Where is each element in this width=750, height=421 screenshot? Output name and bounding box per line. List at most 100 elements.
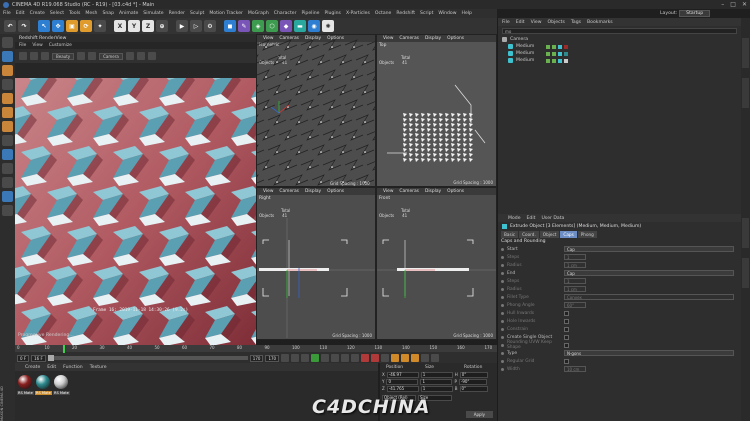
subdivision-icon[interactable]: ◈: [252, 20, 264, 32]
object-row-medium[interactable]: Medium: [498, 43, 741, 50]
object-search-input[interactable]: mo: [502, 28, 737, 34]
menu-character[interactable]: Character: [274, 11, 297, 16]
menu-mesh[interactable]: Mesh: [85, 11, 97, 16]
attr-dropdown[interactable]: Convex: [564, 294, 734, 300]
crop-icon[interactable]: [88, 52, 97, 60]
cube-icon[interactable]: ◼: [224, 20, 236, 32]
menu-redshift[interactable]: Redshift: [396, 11, 415, 16]
snapshot-icon[interactable]: [41, 52, 49, 60]
material-swatch-white[interactable]: [54, 375, 68, 389]
render-view-icon[interactable]: ▶: [176, 20, 188, 32]
menu-render[interactable]: Render: [169, 11, 185, 16]
loop-icon[interactable]: [351, 354, 360, 362]
animate-dot-icon[interactable]: [501, 359, 504, 363]
menu-window[interactable]: Window: [438, 11, 456, 16]
attr-dropdown[interactable]: Cap: [564, 270, 734, 276]
floor-icon[interactable]: ▬: [294, 20, 306, 32]
tab-basic[interactable]: Basic: [501, 230, 519, 238]
axis-mode-icon[interactable]: [2, 135, 13, 146]
rotation-h-field[interactable]: 0°: [459, 371, 488, 378]
camera-icon[interactable]: ◉: [308, 20, 320, 32]
timeline-playhead[interactable]: [63, 345, 65, 353]
key-position-icon[interactable]: [391, 354, 400, 362]
rotation-p-field[interactable]: -90°: [458, 378, 487, 385]
size-x-field[interactable]: 1: [420, 371, 453, 378]
next-frame-icon[interactable]: [321, 354, 330, 362]
attributes-dock-tab[interactable]: [742, 218, 749, 248]
menu-x-particles[interactable]: X-Particles: [346, 11, 370, 16]
mat-menu-texture[interactable]: Texture: [90, 365, 107, 370]
camera-dropdown[interactable]: Camera: [99, 52, 123, 60]
menu-script[interactable]: Script: [420, 11, 433, 16]
go-to-start-icon[interactable]: [281, 354, 290, 362]
key-param-icon[interactable]: [421, 354, 430, 362]
next-key-icon[interactable]: [331, 354, 340, 362]
rv-menu-view[interactable]: View: [32, 43, 42, 48]
recent-tools-icon[interactable]: ✦: [94, 20, 106, 32]
minimize-button[interactable]: –: [721, 1, 724, 8]
animate-dot-icon[interactable]: [501, 311, 504, 315]
position-y-field[interactable]: 0: [386, 378, 419, 385]
pen-spline-icon[interactable]: ✎: [238, 20, 250, 32]
am-menu-mode[interactable]: Mode: [508, 216, 521, 221]
viewport-right[interactable]: View Cameras Display Options Right Total…: [256, 187, 376, 340]
polygons-mode-icon[interactable]: [2, 121, 13, 132]
color-icon[interactable]: [125, 52, 134, 60]
layers-dock-tab[interactable]: [742, 258, 749, 288]
animate-dot-icon[interactable]: [501, 327, 504, 331]
workplane-icon[interactable]: [2, 79, 13, 90]
x-axis-lock-icon[interactable]: X: [114, 20, 126, 32]
attr-field[interactable]: 10 cm: [564, 366, 586, 372]
attr-field[interactable]: 1: [564, 254, 586, 260]
animate-dot-icon[interactable]: [501, 351, 504, 355]
record-icon[interactable]: [361, 354, 370, 362]
om-menu-edit[interactable]: Edit: [516, 20, 525, 25]
close-button[interactable]: ✕: [742, 1, 747, 8]
animate-dot-icon[interactable]: [501, 271, 504, 275]
stop-render-icon[interactable]: [30, 52, 38, 60]
animate-dot-icon[interactable]: [501, 255, 504, 259]
prev-key-icon[interactable]: [291, 354, 300, 362]
menu-motion-tracker[interactable]: Motion Tracker: [209, 11, 243, 16]
object-row-medium[interactable]: Medium: [498, 50, 741, 57]
scale-icon[interactable]: ▣: [66, 20, 78, 32]
tweak-mode-icon[interactable]: [2, 149, 13, 160]
attr-field[interactable]: 1 cm: [564, 262, 586, 268]
attr-dropdown[interactable]: Cap: [564, 246, 734, 252]
key-pla-icon[interactable]: [431, 354, 440, 362]
position-z-field[interactable]: -41.765: [386, 385, 419, 392]
am-menu-edit[interactable]: Edit: [527, 216, 536, 221]
rotation-b-field[interactable]: 0°: [459, 385, 488, 392]
solo-icon[interactable]: [2, 191, 13, 202]
attr-checkbox[interactable]: [564, 310, 569, 316]
locked-workplane-icon[interactable]: [2, 177, 13, 188]
zoom-icon[interactable]: [147, 52, 156, 60]
menu-tools[interactable]: Tools: [69, 11, 80, 16]
mat-menu-function[interactable]: Function: [63, 365, 83, 370]
attr-field[interactable]: 1: [564, 278, 586, 284]
render-settings-icon[interactable]: ⚙: [204, 20, 216, 32]
coordinate-system-icon[interactable]: ⊕: [156, 20, 168, 32]
menu-plugins[interactable]: Plugins: [324, 11, 340, 16]
menu-file[interactable]: File: [3, 11, 11, 16]
objects-dock-tab[interactable]: [742, 38, 749, 68]
make-editable-icon[interactable]: [2, 37, 13, 48]
y-axis-lock-icon[interactable]: Y: [128, 20, 140, 32]
tab-object[interactable]: Object: [539, 230, 560, 238]
snap-icon[interactable]: [2, 163, 13, 174]
viewport-front[interactable]: View Cameras Display Options Front Total…: [376, 187, 497, 340]
menu-help[interactable]: Help: [462, 11, 472, 16]
menu-create[interactable]: Create: [30, 11, 45, 16]
menu-octane[interactable]: Octane: [375, 11, 392, 16]
texture-mode-icon[interactable]: [2, 65, 13, 76]
viewport-solo-icon[interactable]: [2, 205, 13, 216]
am-menu-userdata[interactable]: User Data: [541, 216, 564, 221]
end-frame-field[interactable]: 170: [249, 354, 264, 362]
size-y-field[interactable]: 1: [420, 378, 453, 385]
max-frame-field[interactable]: 170: [265, 354, 280, 362]
go-to-end-icon[interactable]: [341, 354, 350, 362]
timeline-ruler[interactable]: 0 10 20 30 40 50 60 70 80 90 100 110 120 130 140 150 160…: [15, 345, 497, 352]
om-menu-bookmarks[interactable]: Bookmarks: [587, 20, 613, 25]
apply-button[interactable]: Apply: [465, 411, 493, 418]
attr-checkbox[interactable]: [564, 326, 569, 332]
